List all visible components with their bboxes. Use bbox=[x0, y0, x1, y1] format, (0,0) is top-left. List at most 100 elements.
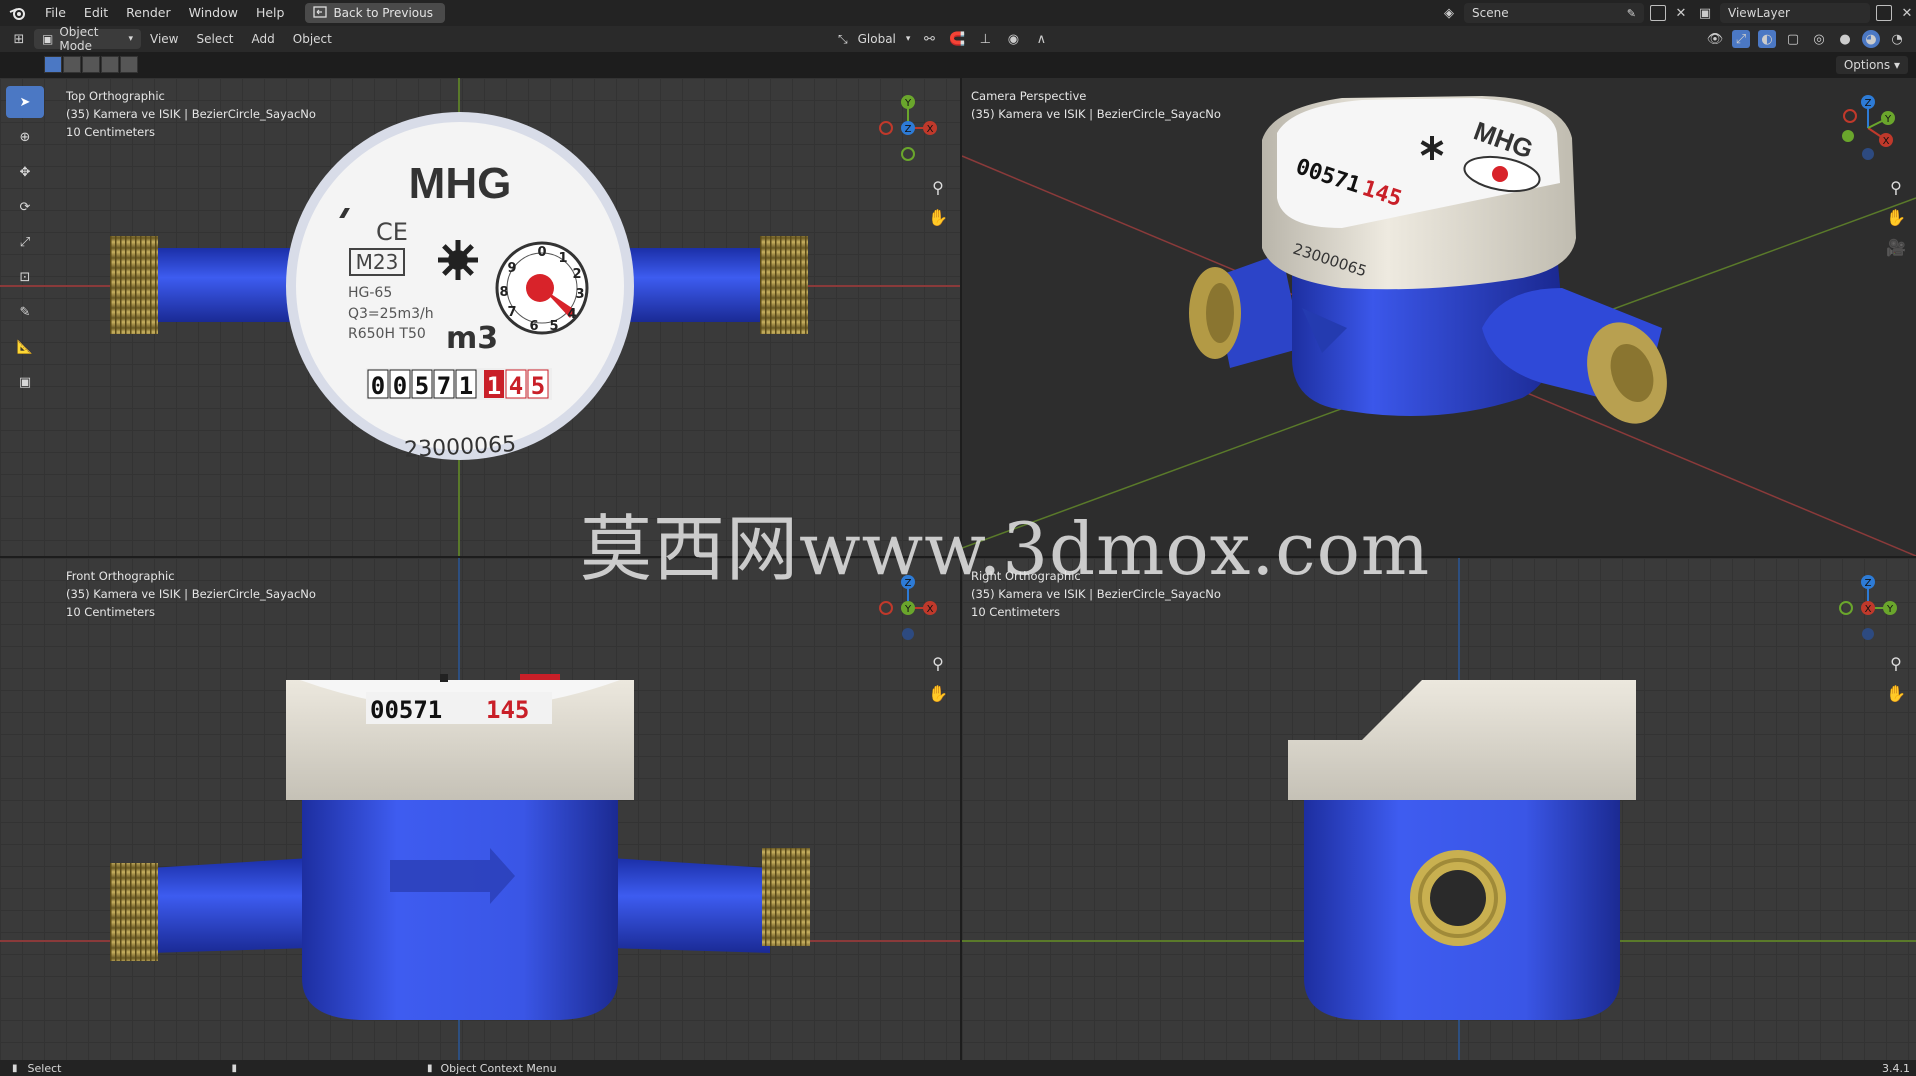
orientation-dropdown[interactable]: Global bbox=[858, 32, 896, 46]
snap-increment-icon[interactable]: ⊥ bbox=[976, 30, 994, 48]
navigation-gizmo[interactable]: ZYX bbox=[1828, 88, 1908, 168]
scale-tool[interactable]: ⤢ bbox=[6, 226, 44, 258]
view-layer-selector[interactable]: ViewLayer bbox=[1720, 3, 1870, 23]
menu-select[interactable]: Select bbox=[187, 32, 242, 46]
svg-text:X: X bbox=[1865, 604, 1872, 615]
back-to-previous-button[interactable]: Back to Previous bbox=[305, 3, 445, 23]
svg-text:7: 7 bbox=[507, 305, 516, 320]
overlay-toggle-icon[interactable]: ◐ bbox=[1758, 30, 1776, 48]
rotate-tool[interactable]: ⟳ bbox=[6, 191, 44, 223]
water-meter-front-view: 00571 145 bbox=[110, 674, 810, 1020]
viewport-front[interactable]: Front Orthographic (35) Kamera ve ISIK |… bbox=[0, 558, 960, 1060]
menu-file[interactable]: File bbox=[36, 0, 75, 26]
watermark: 莫西网www.3dmox.com bbox=[580, 507, 1431, 591]
rendered-shading-icon[interactable]: ◔ bbox=[1888, 30, 1906, 48]
falloff-icon[interactable]: ∧ bbox=[1032, 30, 1050, 48]
measure-tool[interactable]: 📐 bbox=[6, 331, 44, 363]
object-mode-icon: ▣ bbox=[42, 32, 54, 46]
pin-icon[interactable]: ✎ bbox=[1627, 7, 1636, 20]
svg-text:1: 1 bbox=[487, 372, 501, 400]
visibility-icon[interactable]: 👁 bbox=[1706, 30, 1724, 48]
viewport-top[interactable]: Top Orthographic (35) Kamera ve ISIK | B… bbox=[0, 78, 960, 556]
scene-selector[interactable]: Scene ✎ bbox=[1464, 3, 1644, 23]
select-intersect-icon[interactable] bbox=[120, 56, 138, 73]
svg-text:0: 0 bbox=[371, 372, 385, 400]
select-extend-icon[interactable] bbox=[63, 56, 81, 73]
viewport-right[interactable]: Right Orthographic (35) Kamera ve ISIK |… bbox=[962, 558, 1916, 1060]
view-layer-icon[interactable]: ▣ bbox=[1696, 4, 1714, 22]
material-shading-icon[interactable]: ◕ bbox=[1862, 30, 1880, 48]
select-subtract-icon[interactable] bbox=[82, 56, 100, 73]
pan-hand-icon[interactable]: ✋ bbox=[1885, 682, 1907, 704]
gizmo-toggle-icon[interactable]: ⤢ bbox=[1732, 30, 1750, 48]
annotate-tool[interactable]: ✎ bbox=[6, 296, 44, 328]
select-invert-icon[interactable] bbox=[101, 56, 119, 73]
view-controls: ⚲ ✋ bbox=[927, 176, 949, 228]
move-tool[interactable]: ✥ bbox=[6, 156, 44, 188]
proportional-edit-icon[interactable]: ◉ bbox=[1004, 30, 1022, 48]
transform-tool[interactable]: ⊡ bbox=[6, 261, 44, 293]
menu-view[interactable]: View bbox=[141, 32, 187, 46]
new-view-layer-icon[interactable] bbox=[1876, 5, 1892, 21]
zoom-icon[interactable]: ⚲ bbox=[927, 176, 949, 198]
select-box-tool[interactable]: ➤ bbox=[6, 86, 44, 118]
navigation-gizmo[interactable]: ZYX bbox=[1828, 568, 1908, 648]
svg-text:4: 4 bbox=[567, 307, 576, 322]
menu-help[interactable]: Help bbox=[247, 0, 294, 26]
solid-shading-icon[interactable]: ● bbox=[1836, 30, 1854, 48]
zoom-icon[interactable]: ⚲ bbox=[1885, 652, 1907, 674]
pan-hand-icon[interactable]: ✋ bbox=[927, 206, 949, 228]
status-select: Select bbox=[27, 1061, 62, 1075]
viewport-display-controls: 👁 ⤢ ◐ ▢ ◎ ● ◕ ◔ bbox=[1706, 26, 1906, 52]
mouse-left-icon: ▮ bbox=[12, 1062, 18, 1074]
pivot-icon[interactable]: ⚯ bbox=[920, 30, 938, 48]
3d-cursor-icon: ⊕ bbox=[19, 129, 31, 145]
snap-icon[interactable]: 🧲 bbox=[948, 30, 966, 48]
menu-window[interactable]: Window bbox=[180, 0, 247, 26]
menu-render[interactable]: Render bbox=[117, 0, 180, 26]
menu-edit[interactable]: Edit bbox=[75, 0, 117, 26]
wireframe-shading-icon[interactable]: ◎ bbox=[1810, 30, 1828, 48]
mouse-middle-icon: ▮ bbox=[231, 1062, 237, 1074]
object-mode-label: Object Mode bbox=[59, 25, 99, 53]
viewport-camera[interactable]: Camera Perspective (35) Kamera ve ISIK |… bbox=[962, 78, 1916, 556]
svg-text:MHG: MHG bbox=[409, 159, 512, 208]
select-new-icon[interactable] bbox=[44, 56, 62, 73]
zoom-icon[interactable]: ⚲ bbox=[927, 652, 949, 674]
blender-logo-icon[interactable] bbox=[0, 0, 36, 26]
menu-add[interactable]: Add bbox=[243, 32, 284, 46]
svg-text:5: 5 bbox=[415, 372, 429, 400]
scene-type-icon[interactable]: ◈ bbox=[1440, 4, 1458, 22]
pan-hand-icon[interactable]: ✋ bbox=[1885, 206, 1907, 228]
tool-shelf: ➤ ⊕ ✥ ⟳ ⤢ ⊡ ✎ 📐 ▣ bbox=[6, 86, 44, 398]
svg-text:6: 6 bbox=[529, 319, 538, 334]
svg-text:X: X bbox=[927, 604, 934, 615]
editor-type-icon[interactable]: ⊞ bbox=[10, 30, 28, 48]
xray-icon[interactable]: ▢ bbox=[1784, 30, 1802, 48]
add-cube-tool[interactable]: ▣ bbox=[6, 366, 44, 398]
menu-object[interactable]: Object bbox=[284, 32, 341, 46]
cursor-tool[interactable]: ⊕ bbox=[6, 121, 44, 153]
options-dropdown[interactable]: Options ▾ bbox=[1835, 56, 1908, 74]
svg-text:Z: Z bbox=[1865, 98, 1872, 109]
pencil-icon: ✎ bbox=[19, 304, 31, 320]
svg-text:Z: Z bbox=[905, 124, 912, 135]
new-scene-icon[interactable] bbox=[1650, 5, 1666, 21]
mouse-right-icon: ▮ bbox=[426, 1062, 433, 1074]
close-scene-icon[interactable]: ✕ bbox=[1672, 4, 1690, 22]
status-context-menu: Object Context Menu bbox=[440, 1061, 557, 1075]
object-mode-dropdown[interactable]: ▣ Object Mode ▾ bbox=[34, 25, 141, 53]
transform-controls: ⤡ Global ▾ ⚯ 🧲 ⊥ ◉ ∧ bbox=[838, 26, 1050, 52]
svg-text:X: X bbox=[927, 124, 934, 135]
svg-text:CE: CE bbox=[376, 218, 408, 246]
pan-hand-icon[interactable]: ✋ bbox=[927, 682, 949, 704]
svg-text:7: 7 bbox=[437, 372, 451, 400]
zoom-icon[interactable]: ⚲ bbox=[1885, 176, 1907, 198]
camera-view-icon[interactable]: 🎥 bbox=[1885, 236, 1907, 258]
svg-text:145: 145 bbox=[486, 696, 529, 724]
view-layer-name: ViewLayer bbox=[1728, 6, 1790, 20]
navigation-gizmo[interactable]: Y X Z bbox=[868, 88, 948, 168]
svg-text:1: 1 bbox=[459, 372, 473, 400]
close-view-layer-icon[interactable]: ✕ bbox=[1898, 4, 1916, 22]
svg-text:3: 3 bbox=[575, 287, 584, 302]
